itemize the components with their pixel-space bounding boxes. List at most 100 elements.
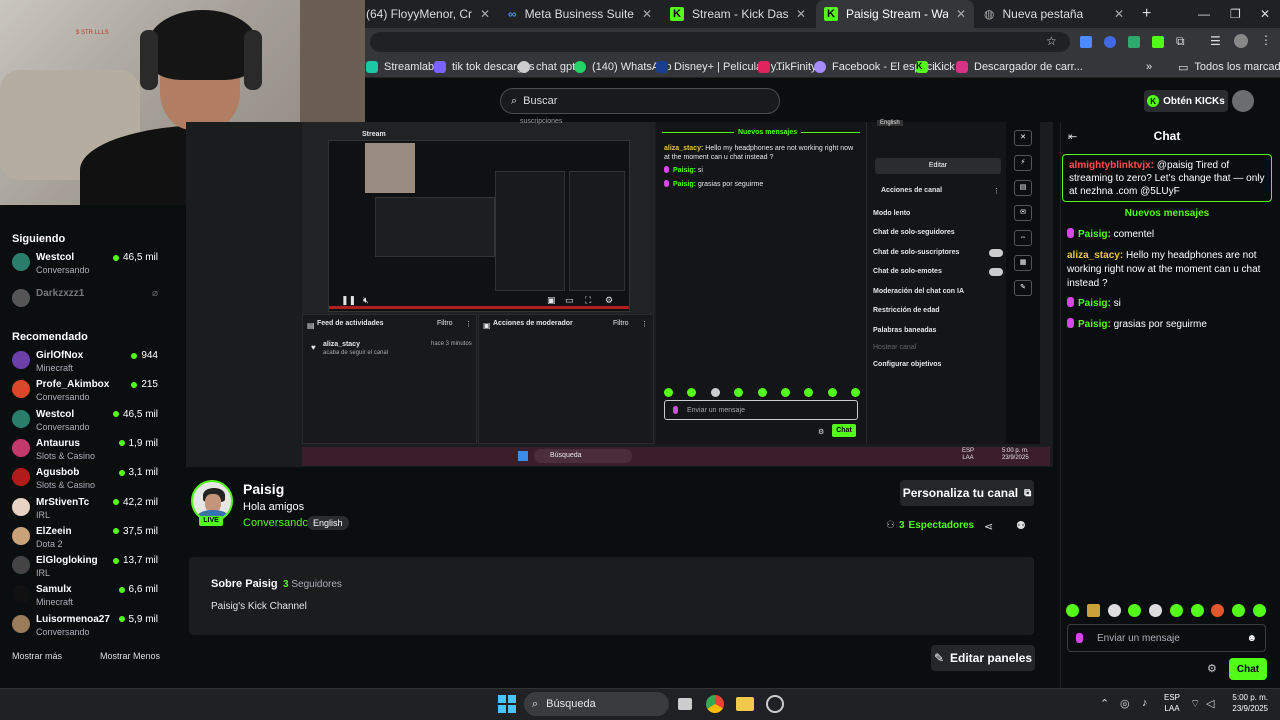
mic-icon [1067, 318, 1074, 328]
emote-icon[interactable] [1128, 604, 1142, 617]
extension-icon[interactable] [1104, 36, 1116, 48]
fullscreen-icon[interactable]: ⛶ [585, 295, 591, 306]
sidebar-channel-item[interactable]: Darkzxzz1 ⌀ [12, 288, 162, 317]
taskbar-search[interactable]: ⌕ Búsqueda [524, 692, 669, 716]
puzzle-icon[interactable]: ⧉ [1176, 34, 1185, 49]
tab-kick-dashboard[interactable]: K Stream - Kick Dashboard ✕ [662, 0, 814, 28]
extension-icon[interactable] [1128, 36, 1140, 48]
bookmark-kick[interactable]: K Kick [916, 56, 955, 78]
new-messages-divider[interactable]: Nuevos mensajes [1062, 208, 1272, 219]
volume-icon[interactable]: ◁ [1206, 697, 1214, 710]
mute-icon[interactable]: 🔇︎ [363, 295, 369, 306]
edit-panels-button[interactable]: ✎ Editar paneles [931, 645, 1035, 671]
more-vertical-icon[interactable]: ⋮ [641, 320, 648, 328]
emote-icon[interactable] [1149, 604, 1163, 617]
emote-icon[interactable] [1066, 604, 1079, 617]
emote-icon[interactable] [1169, 604, 1183, 617]
tray-icon[interactable]: ◎ [1120, 697, 1130, 710]
tab-meta[interactable]: ∞ Meta Business Suite ✕ [500, 0, 660, 28]
close-icon[interactable]: ✕ [796, 7, 806, 21]
theater-icon[interactable]: ▭ [565, 295, 574, 306]
more-vertical-icon[interactable]: ⋮ [465, 320, 472, 328]
close-icon[interactable]: ✕ [1114, 7, 1124, 21]
sidebar-channel-item[interactable]: ElGlogloking IRL 13,7 mil [12, 555, 162, 584]
sidebar-channel-item[interactable]: Agusbob Slots & Casino 3,1 mil [12, 467, 162, 496]
sidebar-channel-item[interactable]: Luisormenoa27 Conversando 5,9 mil [12, 614, 162, 643]
obs-icon[interactable] [766, 695, 784, 713]
sidebar-channel-item[interactable]: Westcol Conversando 46,5 mil [12, 252, 162, 281]
maximize-icon[interactable]: ❐ [1222, 0, 1246, 28]
chat-username[interactable]: aliza_stacy: [1067, 250, 1123, 261]
sidebar-channel-item[interactable]: ElZeein Dota 2 37,5 mil [12, 526, 162, 555]
chevron-up-icon[interactable]: ⌃ [1100, 697, 1109, 710]
mod-filter[interactable]: Filtro [613, 320, 629, 327]
window-close-icon[interactable]: ✕ [1252, 0, 1276, 28]
emote-icon[interactable] [1211, 604, 1225, 617]
microphone-icon[interactable]: ♪ [1142, 697, 1148, 709]
windows-start-icon[interactable] [498, 695, 516, 713]
pinned-user[interactable]: almightyblinktvjx: [1069, 160, 1154, 171]
show-more-button[interactable]: Mostrar más [12, 651, 62, 661]
send-chat-button[interactable]: Chat [1229, 658, 1267, 680]
gear-icon[interactable]: ⚙ [1207, 662, 1217, 675]
tab-youtube[interactable]: (64) FloyyMenor, Cris MJ - GATA ✕ [358, 0, 498, 28]
user-plus-icon[interactable]: ⚉ [1016, 519, 1026, 532]
chat-username[interactable]: Paisig: [1078, 229, 1111, 240]
sidebar-channel-item[interactable]: Profe_Akimbox Conversando 215 [12, 379, 162, 408]
tab-paisig-stream[interactable]: K Paisig Stream - Watch Live on Kick ✕ [816, 0, 974, 28]
profile-avatar[interactable] [1234, 34, 1248, 48]
stream-category[interactable]: Conversando [243, 517, 308, 529]
menu-lines-icon[interactable]: ☰ [1210, 34, 1221, 48]
avatar[interactable] [1232, 90, 1254, 112]
search-input[interactable]: ⌕ Buscar [500, 88, 780, 114]
all-bookmarks[interactable]: ▭ Todos los marcadores [1178, 56, 1280, 78]
gear-icon[interactable]: ⚙ [605, 295, 613, 306]
bookmark-descargador[interactable]: Descargador de carr... [956, 56, 1083, 78]
sidebar-channel-item[interactable]: MrStivenTc IRL 42,2 mil [12, 497, 162, 526]
taskbar-clock[interactable]: 5:00 p. m. 23/9/2025 [1224, 692, 1268, 714]
wifi-icon[interactable]: ⌔ [1190, 697, 1200, 711]
star-icon[interactable]: ☆ [1046, 34, 1057, 48]
file-explorer-icon[interactable] [736, 697, 754, 711]
chat-username[interactable]: Paisig: [1078, 319, 1111, 330]
stream-language-badge[interactable]: English [307, 516, 349, 530]
bookmark-tikfinity[interactable]: TikFinity [758, 56, 817, 78]
show-less-button[interactable]: Mostrar Menos [100, 651, 160, 661]
sidebar-channel-item[interactable]: Antaurus Slots & Casino 1,9 mil [12, 438, 162, 467]
tab-new[interactable]: ◍ Nueva pestaña ✕ [976, 0, 1132, 28]
bookmarks-overflow[interactable]: » [1146, 56, 1152, 78]
sidebar-channel-item[interactable]: Westcol Conversando 46,5 mil [12, 409, 162, 438]
customize-channel-button[interactable]: Personaliza tu canal ⧉ [900, 480, 1034, 506]
url-field[interactable] [370, 32, 1070, 52]
close-icon[interactable]: ✕ [642, 7, 652, 21]
task-view-icon[interactable] [678, 698, 692, 710]
close-icon[interactable]: ✕ [956, 7, 966, 21]
pip-icon[interactable]: ▣ [547, 295, 556, 306]
language-indicator[interactable]: ESP LAA [1162, 692, 1182, 714]
share-icon[interactable]: ⋖ [984, 520, 993, 533]
emote-icon[interactable] [1086, 604, 1100, 617]
bookmark-streamlabs[interactable]: Streamlabs [366, 56, 440, 78]
emote-icon[interactable] [1190, 604, 1204, 617]
feed-filter[interactable]: Filtro [437, 320, 453, 327]
emote-icon[interactable] [1232, 604, 1246, 617]
inner-taskbar-lang: ESP LAA [962, 448, 975, 461]
sidebar-channel-item[interactable]: GirlOfNox Minecraft 944 [12, 350, 162, 379]
chat-username[interactable]: Paisig: [1078, 298, 1111, 309]
chat-input[interactable]: Enviar un mensaje ☻ [1067, 624, 1266, 652]
download-icon[interactable] [1152, 36, 1164, 48]
close-icon[interactable]: ✕ [480, 7, 490, 21]
get-kicks-button[interactable]: K Obtén KICKs [1144, 90, 1228, 112]
translate-icon[interactable] [1080, 36, 1092, 48]
more-vertical-icon[interactable]: ⋮ [1260, 33, 1272, 47]
streamer-name[interactable]: Paisig [243, 481, 284, 497]
bookmark-chatgpt[interactable]: chat gpt [518, 56, 575, 78]
sidebar-channel-item[interactable]: Samulx Minecraft 6,6 mil [12, 584, 162, 613]
emote-icon[interactable] [1107, 604, 1121, 617]
pause-icon[interactable]: ❚❚ [341, 295, 356, 306]
minimize-icon[interactable]: — [1190, 0, 1214, 28]
chrome-icon[interactable] [706, 695, 724, 713]
emoji-icon[interactable]: ☻ [1246, 633, 1257, 644]
emote-icon[interactable] [1252, 604, 1266, 617]
new-tab-button[interactable]: + [1134, 0, 1154, 28]
